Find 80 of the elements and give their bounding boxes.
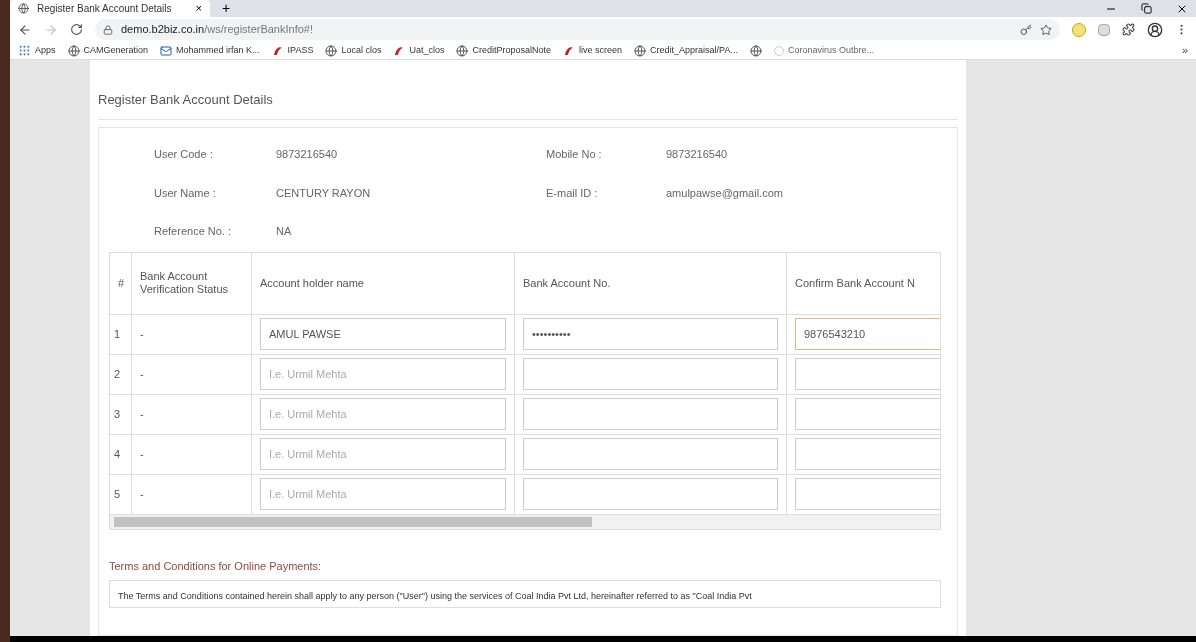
globe-icon — [456, 44, 469, 57]
close-icon[interactable]: × — [195, 0, 202, 17]
info-value: 9873216540 — [276, 147, 339, 162]
globe-icon — [18, 3, 29, 14]
verification-status: - — [140, 366, 144, 382]
mail-icon — [160, 44, 173, 57]
new-tab-button[interactable]: + — [210, 0, 243, 17]
info-value: CENTURY RAYON — [276, 185, 372, 201]
bookmark-link[interactable]: CreditProposalNote — [472, 43, 552, 58]
back-icon[interactable] — [18, 22, 32, 37]
globe-icon — [749, 44, 762, 57]
bookmark-link[interactable]: Mohammed irfan K... — [176, 43, 260, 58]
terms-text: The Terms and Conditions contained herein shall apply to any person ("User") using the services of Coal India Pvt Ltd, hereinafter referred to as "Coal India Pvt — [118, 591, 752, 601]
bookmark-link[interactable]: Apps — [35, 43, 56, 58]
account-number-field[interactable] — [523, 438, 778, 470]
account-number-field[interactable] — [523, 398, 778, 430]
globe-icon — [67, 44, 80, 57]
swirl-icon — [271, 44, 284, 57]
globe-icon — [325, 44, 338, 57]
confirm-account-field[interactable] — [795, 358, 940, 390]
verification-status: - — [140, 406, 144, 422]
holder-name-field[interactable]: I.e. Urmil Mehta — [260, 438, 506, 470]
confirm-account-field[interactable] — [795, 438, 940, 470]
column-header: Confirm Bank Account N — [795, 276, 915, 290]
bookmark-link[interactable]: Credit_Appraisal/PA... — [650, 43, 738, 58]
restore-icon[interactable] — [1141, 3, 1152, 14]
column-header: Account holder name — [260, 276, 364, 290]
account-number-field[interactable] — [523, 358, 778, 390]
tab-title: Register Bank Account Details — [37, 2, 172, 16]
holder-name-field[interactable]: AMUL PAWSE — [260, 318, 506, 350]
reload-icon[interactable] — [70, 23, 83, 36]
info-label: E-mail ID : — [546, 185, 599, 201]
address-bar[interactable]: demo.b2biz.co.in/ws/registerBankInfo#! — [95, 19, 1060, 40]
row-number: 3 — [114, 406, 121, 422]
terms-heading: Terms and Conditions for Online Payments: — [109, 558, 323, 574]
extensions-icon[interactable] — [1122, 23, 1135, 36]
account-number-field[interactable] — [523, 478, 778, 510]
column-header: Bank Account Verification Status — [140, 270, 230, 296]
profile-icon[interactable] — [1147, 21, 1163, 38]
bookmark-link[interactable]: CAMGeneration — [83, 43, 149, 58]
page-title: Register Bank Account Details — [98, 90, 273, 109]
holder-name-field[interactable]: I.e. Urmil Mehta — [260, 478, 506, 510]
bookmark-link[interactable]: IPASS — [287, 43, 314, 58]
info-label: User Name : — [154, 185, 217, 201]
key-icon[interactable] — [1020, 23, 1032, 36]
info-value: 9873216540 — [666, 147, 729, 162]
browser-tab[interactable]: Register Bank Account Details × — [10, 0, 210, 17]
column-header: # — [118, 276, 125, 290]
verification-status: - — [140, 446, 144, 462]
bookmark-link[interactable]: live screen — [579, 43, 623, 58]
globe-icon — [634, 44, 647, 57]
more-bookmarks-button[interactable]: » — [1181, 42, 1188, 59]
row-number: 5 — [114, 486, 121, 502]
info-value: amulpawse@gmail.com — [666, 185, 784, 201]
url-text: demo.b2biz.co.in/ws/registerBankInfo#! — [121, 22, 313, 38]
bookmark-link[interactable]: Local clos — [341, 43, 382, 58]
lock-icon — [103, 24, 113, 35]
star-icon[interactable] — [1040, 23, 1052, 36]
info-label: Reference No. : — [154, 224, 233, 239]
extension-icon[interactable] — [1098, 23, 1110, 36]
account-number-field[interactable]: •••••••••• — [523, 318, 778, 350]
row-number: 4 — [114, 446, 121, 462]
info-value: NA — [276, 224, 293, 239]
confirm-account-field[interactable] — [795, 478, 940, 510]
verification-status: - — [140, 486, 144, 502]
holder-name-field[interactable]: I.e. Urmil Mehta — [260, 358, 506, 390]
info-label: Mobile No : — [546, 147, 603, 162]
apps-grid-icon — [18, 44, 31, 57]
info-label: User Code : — [154, 147, 214, 162]
bookmark-link[interactable]: Coronavirus Outbre... — [787, 43, 874, 58]
row-number: 2 — [114, 366, 121, 382]
extension-icon[interactable] — [1072, 22, 1086, 37]
row-number: 1 — [114, 326, 121, 342]
confirm-account-field[interactable] — [795, 398, 940, 430]
forward-icon[interactable] — [44, 22, 58, 37]
holder-name-field[interactable]: I.e. Urmil Mehta — [260, 398, 506, 430]
verification-status: - — [140, 326, 144, 342]
column-header: Bank Account No. — [523, 276, 611, 290]
confirm-account-field[interactable]: 9876543210 — [795, 318, 940, 350]
bookmark-link[interactable]: Uat_clos — [409, 43, 445, 58]
